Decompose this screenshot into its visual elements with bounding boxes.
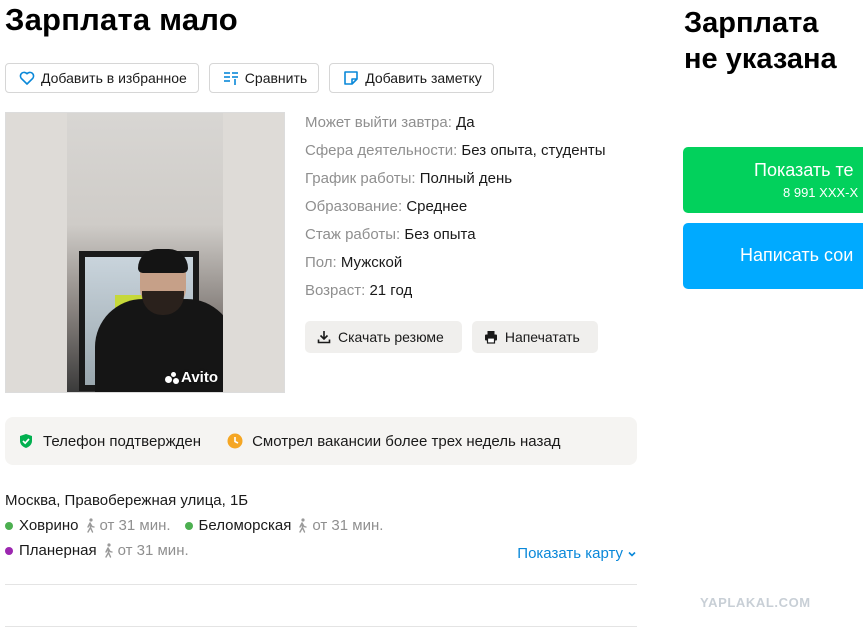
compare-label: Сравнить [244, 70, 308, 86]
metro-list: Ховрино от 31 мин. Беломорская от 31 мин… [5, 517, 397, 534]
divider [5, 584, 637, 585]
param-row: Сфера деятельности: Без опыта, студенты [305, 142, 606, 159]
add-to-favorites-label: Добавить в избранное [41, 70, 187, 86]
resume-params: Может выйти завтра: Да Сфера деятельност… [305, 113, 606, 309]
add-note-button[interactable]: Добавить заметку [329, 63, 494, 93]
show-phone-button[interactable]: Показать те 8 991 ХХХ-Х [683, 147, 863, 213]
compare-button[interactable]: Сравнить [208, 63, 320, 93]
phone-verified-label: Телефон подтвержден [43, 432, 202, 450]
metro-line-dot [184, 521, 193, 530]
photo-image [67, 113, 223, 392]
write-message-button[interactable]: Написать сои [683, 223, 863, 289]
heart-icon [19, 71, 35, 85]
chevron-down-icon [628, 551, 636, 557]
metro-station: Ховрино от 31 мин. [5, 517, 171, 534]
metro-line-dot [5, 546, 13, 555]
metro-station: Беломорская от 31 мин. [184, 517, 383, 534]
resume-title: Зарплата мало [5, 2, 238, 37]
site-watermark: YAPLAKAL.COM [700, 595, 811, 610]
download-icon [317, 331, 331, 344]
metro-station: Планерная от 31 мин. [5, 542, 189, 559]
note-icon [344, 71, 358, 85]
resume-photo[interactable]: Avito [5, 112, 285, 393]
avito-logo-icon [165, 371, 180, 384]
show-phone-label: Показать те [754, 160, 854, 180]
param-row: Может выйти завтра: Да [305, 114, 475, 131]
avito-watermark: Avito [165, 369, 218, 386]
param-row: Образование: Среднее [305, 198, 468, 215]
param-row: Возраст: 21 год [305, 282, 413, 299]
walk-icon [86, 518, 95, 533]
salary-heading: Зарплата не указана [684, 7, 837, 75]
write-message-label: Написать сои [740, 245, 854, 265]
printer-icon [484, 331, 497, 344]
add-to-favorites-button[interactable]: Добавить в избранное [5, 63, 199, 93]
divider [5, 626, 637, 627]
walk-icon [299, 518, 308, 533]
phone-verified-badge: Телефон подтвержден [18, 433, 201, 450]
status-badges: Телефон подтвержден Смотрел вакансии бол… [5, 417, 637, 465]
download-resume-label: Скачать резюме [338, 329, 444, 345]
param-row: Стаж работы: Без опыта [305, 226, 476, 243]
param-row: Пол: Мужской [305, 254, 403, 271]
shield-check-icon [20, 434, 32, 448]
activity-badge: Смотрел вакансии более трех недель назад [227, 433, 560, 450]
param-row: График работы: Полный день [305, 170, 513, 187]
clock-icon [227, 433, 243, 449]
download-resume-button[interactable]: Скачать резюме [305, 321, 462, 353]
compare-icon [223, 72, 238, 85]
activity-label: Смотрел вакансии более трех недель назад [252, 432, 561, 450]
phone-number-preview: 8 991 ХХХ-Х [783, 185, 859, 200]
address: Москва, Правобережная улица, 1Б [5, 492, 249, 509]
document-actions: Скачать резюме Напечатать [305, 321, 598, 353]
print-label: Напечатать [504, 329, 580, 345]
metro-line-dot [5, 521, 13, 530]
metro-list: Планерная от 31 мин. [5, 542, 203, 559]
walk-icon [104, 543, 113, 558]
action-bar: Добавить в избранное Сравнить Добавить з… [5, 63, 494, 93]
show-map-label: Показать карту [517, 545, 623, 562]
add-note-label: Добавить заметку [365, 70, 482, 86]
show-map-link[interactable]: Показать карту [517, 545, 637, 562]
print-button[interactable]: Напечатать [471, 321, 598, 353]
